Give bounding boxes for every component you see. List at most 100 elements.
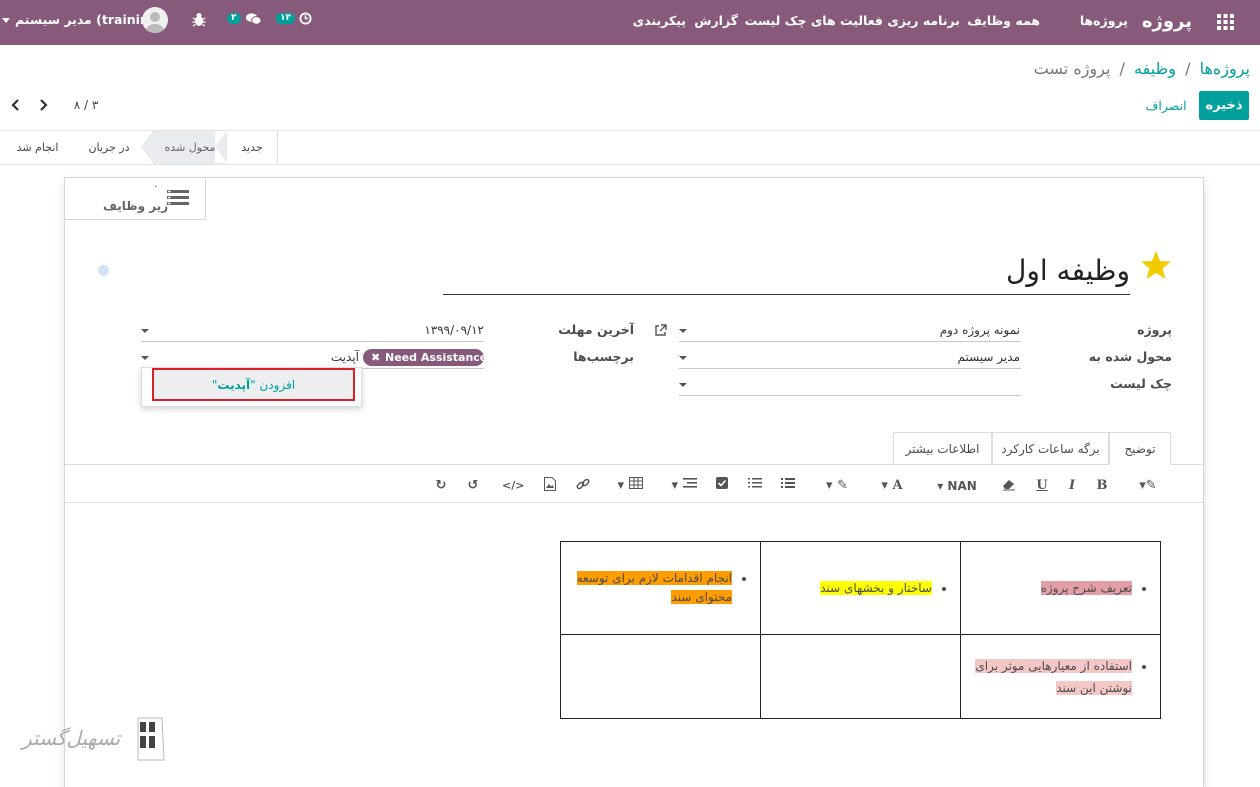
activity-button[interactable]: ۱۳ xyxy=(276,10,312,32)
tags-search-input[interactable]: آپدیت xyxy=(331,350,359,364)
font-size-value: NAN xyxy=(947,479,977,493)
chat-icon xyxy=(245,13,262,25)
checklist-dropdown-caret-icon[interactable] xyxy=(679,383,687,387)
breadcrumb-projects[interactable]: پروژه‌ها xyxy=(1200,59,1250,78)
create-option-prefix: افزودن " xyxy=(250,378,296,392)
stage-in-progress[interactable]: در جریان xyxy=(80,131,138,164)
paragraph-align-dropdown[interactable]: ▾ xyxy=(668,477,700,495)
italic-button[interactable]: I xyxy=(1064,477,1080,495)
table-cell[interactable]: استفاده از معیارهایی موثر برای نوشتن این… xyxy=(960,634,1161,719)
apps-menu-icon[interactable] xyxy=(1217,14,1234,30)
tag-remove-icon[interactable]: ✖ xyxy=(371,349,380,366)
table-cell[interactable] xyxy=(560,634,761,719)
create-tag-option[interactable]: افزودن "آپدیت" xyxy=(152,368,355,401)
table-dropdown[interactable]: ▾ xyxy=(614,477,646,495)
stage-arrow xyxy=(141,131,153,163)
create-option-term: آپدیت xyxy=(217,378,251,392)
user-menu[interactable]: مدیر سیستم (training) xyxy=(2,7,172,35)
breadcrumb-separator: / xyxy=(1119,59,1125,78)
table-cell[interactable]: ساختار و بخشهای سند xyxy=(760,541,961,635)
project-value: نمونه پروژه دوم xyxy=(939,323,1020,337)
deadline-caret-icon[interactable] xyxy=(141,329,149,333)
link-icon[interactable] xyxy=(575,477,591,495)
avatar xyxy=(142,7,168,33)
subtasks-smart-button[interactable]: ۰ زیر وظایف xyxy=(65,178,206,220)
task-title[interactable]: وظیفه اول xyxy=(443,253,1130,295)
font-color-glyph: A xyxy=(892,478,903,493)
save-button[interactable]: ذخیره xyxy=(1199,91,1249,120)
font-size-dropdown[interactable]: ▾ NAN xyxy=(933,477,981,495)
assigned-to-label: محول شده به xyxy=(1088,349,1172,364)
ordered-list-icon[interactable] xyxy=(747,477,763,495)
breadcrumb-task[interactable]: وظیفه xyxy=(1134,59,1176,78)
undo-icon[interactable]: ↺ xyxy=(465,477,481,495)
tab-timesheets[interactable]: برگه ساعات کارکرد xyxy=(992,432,1109,464)
tab-description[interactable]: توضیح xyxy=(1109,432,1171,465)
caret-down-icon: ▾ xyxy=(617,478,624,493)
bold-button[interactable]: B xyxy=(1094,477,1110,495)
messaging-button[interactable]: ۲ xyxy=(227,10,262,32)
subtasks-label: زیر وظایف xyxy=(103,199,169,213)
breadcrumb: پروژه‌ها / وظیفه / پروژه تست xyxy=(1034,58,1250,80)
font-color-dropdown[interactable]: ▾ A xyxy=(876,477,908,495)
external-link-icon[interactable] xyxy=(654,324,667,337)
table-cell[interactable]: انجام اقدامات لازم برای توسعه محتوای سند xyxy=(560,541,761,635)
tab-extra-info[interactable]: اطلاعات بیشتر xyxy=(893,432,992,464)
table-cell[interactable] xyxy=(760,634,961,719)
tag-chip[interactable]: ✖ Need Assistance xyxy=(363,349,488,366)
eraser-icon[interactable] xyxy=(1000,477,1018,495)
table-icon xyxy=(628,477,643,489)
menu-planning[interactable]: برنامه ریزی xyxy=(887,0,960,45)
redo-icon[interactable]: ↻ xyxy=(433,477,449,495)
align-icon xyxy=(682,478,697,488)
assigned-to-value: مدیر سیستم xyxy=(957,350,1021,364)
watermark-logo: تسهیل‌گستر xyxy=(18,716,168,766)
kanban-state-dot[interactable] xyxy=(98,265,109,276)
description-table: تعریف شرح پروژه ساختار و بخشهای سند انجا… xyxy=(560,541,1161,719)
pager-next-icon[interactable] xyxy=(35,96,51,114)
subtasks-count: ۰ xyxy=(153,181,159,192)
app-title[interactable]: پروژه xyxy=(1142,0,1192,45)
deadline-label: آخرین مهلت xyxy=(558,322,634,337)
unordered-list-icon[interactable] xyxy=(780,477,796,495)
pager-value[interactable]: ۳ / ۸ xyxy=(66,96,106,114)
stage-done[interactable]: انجام شد xyxy=(10,131,65,164)
checklist-icon[interactable] xyxy=(714,477,730,495)
code-view-icon[interactable]: </> xyxy=(502,477,524,495)
image-icon[interactable] xyxy=(542,477,558,495)
debug-bug-icon[interactable] xyxy=(192,12,206,27)
table-cell[interactable]: تعریف شرح پروژه xyxy=(960,541,1161,635)
caret-down-icon: ▾ xyxy=(881,478,888,493)
checklist-label: چک لیست xyxy=(1110,376,1172,391)
menu-all-tasks[interactable]: همه وظایف xyxy=(967,0,1040,45)
magic-wand-icon[interactable]: ▾✎ xyxy=(1133,477,1163,495)
project-dropdown-caret-icon[interactable] xyxy=(679,329,687,333)
deadline-value: ۱۳۹۹/۰۹/۱۲ xyxy=(424,323,484,337)
tasks-list-icon xyxy=(167,189,191,207)
stage-statusbar: جدید محول شده در جریان انجام شد xyxy=(0,130,1260,165)
checklist-field[interactable] xyxy=(679,376,1021,396)
paintbrush-dropdown[interactable]: ▾ ✎ xyxy=(820,477,854,495)
pager-previous-icon[interactable] xyxy=(8,96,24,114)
tags-label: برچسب‌ها xyxy=(573,349,634,364)
tags-dropdown-caret-icon[interactable] xyxy=(141,356,149,360)
discard-button[interactable]: انصراف xyxy=(1140,91,1192,120)
stage-new[interactable]: جدید xyxy=(228,131,276,164)
list-item: استفاده از معیارهایی موثر برای نوشتن این… xyxy=(975,658,1132,695)
assigned-to-dropdown-caret-icon[interactable] xyxy=(679,356,687,360)
menu-reporting[interactable]: گزارش xyxy=(694,0,738,45)
table-row: استفاده از معیارهایی موثر برای نوشتن این… xyxy=(560,634,1161,719)
caret-down-icon xyxy=(2,18,10,23)
priority-star-icon[interactable] xyxy=(1140,250,1172,280)
list-item: ساختار و بخشهای سند xyxy=(820,581,932,595)
list-item: انجام اقدامات لازم برای توسعه محتوای سند xyxy=(576,571,732,604)
menu-checklist-activities[interactable]: فعالیت های چک لیست xyxy=(745,0,883,45)
menu-configuration[interactable]: پیکربندی xyxy=(633,0,686,45)
sheet-right-shadow xyxy=(1204,190,1206,787)
caret-down-icon: ▾ xyxy=(937,479,944,493)
underline-button[interactable]: U xyxy=(1034,477,1050,495)
tag-chip-label: Need Assistance xyxy=(385,351,488,364)
breadcrumb-current: پروژه تست xyxy=(1033,59,1111,78)
menu-projects[interactable]: پروژه‌ها xyxy=(1080,0,1128,45)
stage-arrow xyxy=(215,131,227,163)
